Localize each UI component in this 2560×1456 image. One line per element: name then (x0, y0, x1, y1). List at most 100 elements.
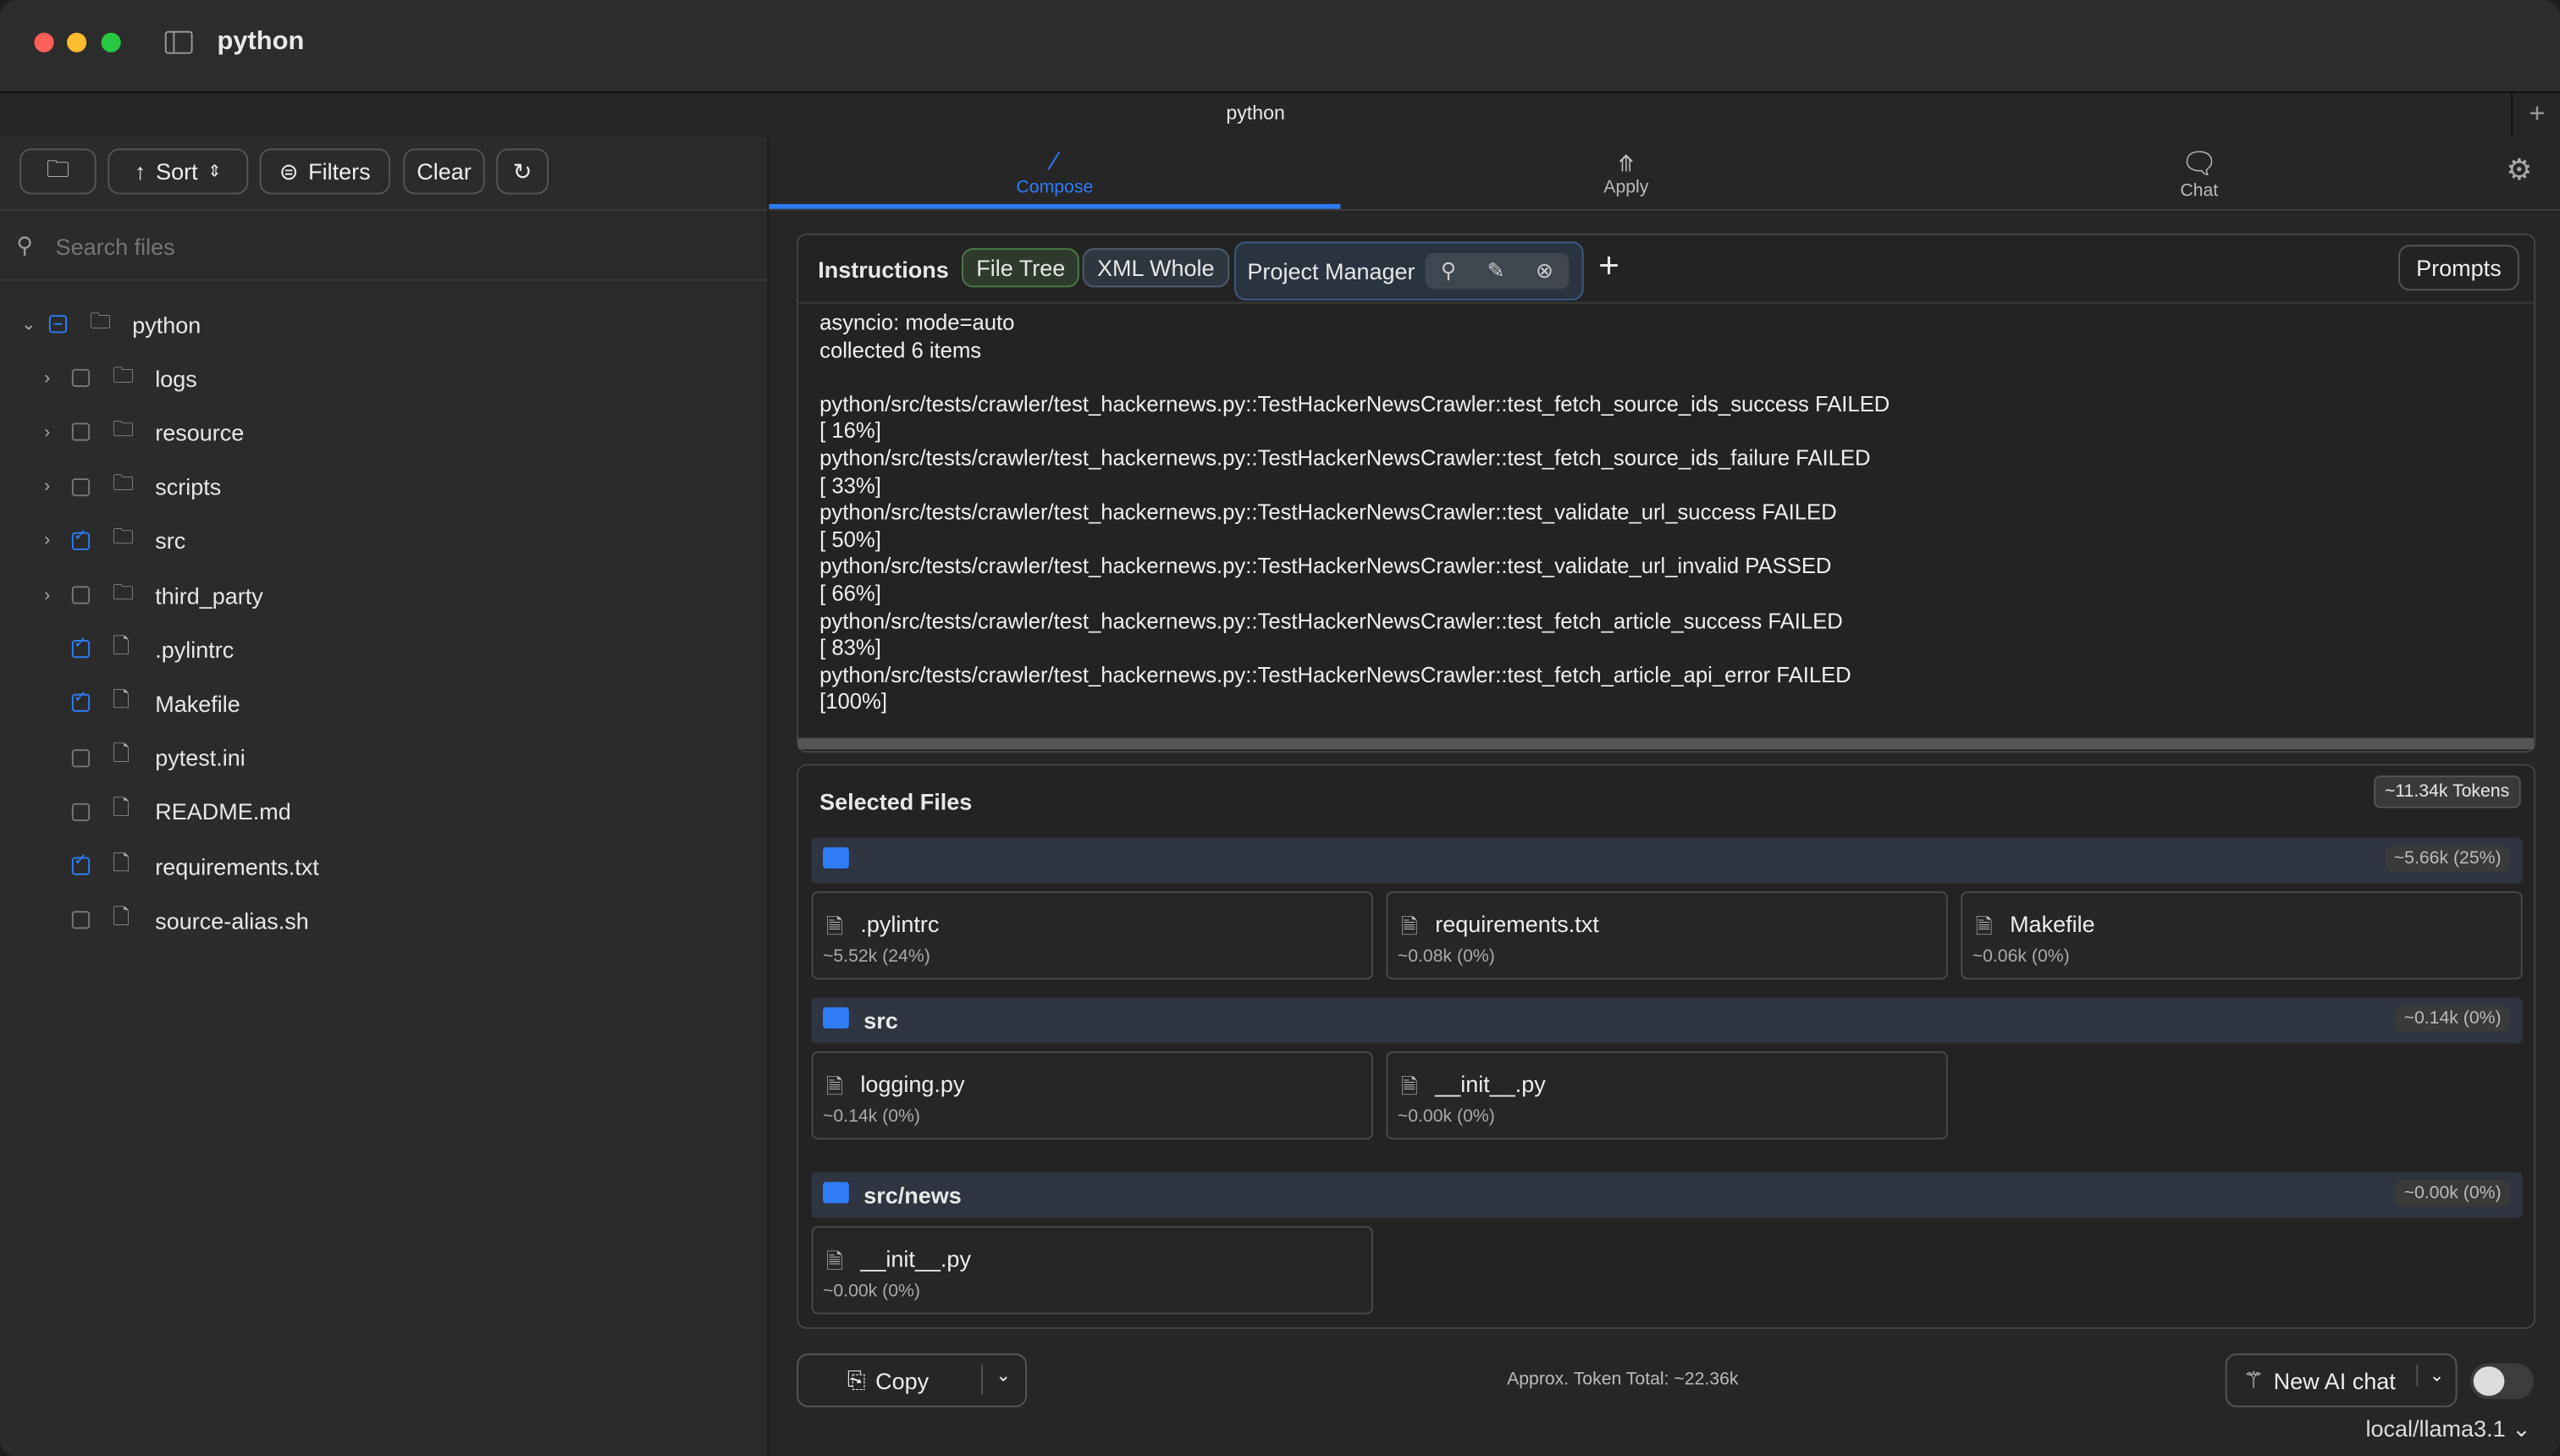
folder-icon: 🗀 (113, 524, 135, 549)
checkbox[interactable] (71, 748, 91, 767)
title-bar: python (0, 0, 2560, 91)
selected-files-title: Selected Files (819, 788, 973, 815)
folder-icon: 🗀 (113, 416, 135, 441)
window-title: python (217, 27, 305, 56)
toggle-switch[interactable] (2469, 1363, 2535, 1399)
new-ai-chat-button[interactable]: ⚚ New AI chat ⌄ (2225, 1353, 2458, 1408)
filters-button[interactable]: ⊜ Filters (259, 148, 390, 195)
tree-item[interactable]: › 🗀 scripts (0, 460, 767, 514)
model-selector[interactable]: local/llama3.1 ⌄ (2365, 1415, 2530, 1443)
checkbox[interactable] (71, 423, 91, 442)
add-prompt-button[interactable]: + (1598, 245, 1619, 287)
chevron-right-icon[interactable]: › (44, 368, 50, 388)
checkbox[interactable] (71, 852, 91, 875)
tree-item[interactable]: 🗋 pytest.ini (0, 731, 767, 785)
search-input[interactable] (52, 228, 745, 265)
output-line: [ 33%] (819, 472, 881, 498)
checkbox[interactable] (71, 527, 91, 550)
zoom-button[interactable] (101, 32, 121, 52)
tree-item[interactable]: 🗋 requirements.txt (0, 839, 767, 893)
copy-options-chevron-icon[interactable]: ⌄ (981, 1365, 1011, 1394)
tab-apply[interactable]: ⤊ Apply (1340, 137, 1912, 209)
checkbox[interactable] (71, 802, 91, 821)
selected-file-card[interactable]: 🗎 __init__.py ~0.00k (0%) (1386, 1051, 1948, 1140)
copy-label: Copy (875, 1367, 930, 1394)
chevron-right-icon[interactable]: › (44, 477, 50, 496)
tree-item[interactable]: › 🗀 logs (0, 351, 767, 405)
checkbox[interactable] (71, 911, 91, 929)
file-tokens: ~0.00k (0%) (822, 1281, 920, 1302)
checkbox[interactable] (71, 369, 91, 388)
tree-item[interactable]: › 🗀 third_party (0, 568, 767, 622)
output-line: [ 83%] (819, 635, 881, 660)
refresh-button[interactable]: ↻ (496, 148, 549, 195)
folder-icon (822, 847, 849, 869)
selected-file-card[interactable]: 🗎 __init__.py ~0.00k (0%) (811, 1226, 1373, 1315)
folder-icon: 🗀 (113, 361, 135, 387)
tree-item-label: .pylintrc (155, 636, 234, 663)
chat-options-chevron-icon[interactable]: ⌄ (2416, 1365, 2444, 1387)
tree-item-label: src (155, 527, 186, 554)
chevron-right-icon[interactable]: › (44, 531, 50, 550)
resize-handle[interactable] (798, 737, 2535, 750)
folder-group-header: src/news ~0.00k (0%) (811, 1172, 2523, 1218)
add-folder-button[interactable]: 🗀 (19, 148, 97, 195)
search-icon: ⚲ (16, 231, 34, 258)
clear-button[interactable]: Clear (403, 148, 485, 195)
output-line: [ 16%] (819, 418, 881, 444)
instructions-textarea[interactable]: asyncio: mode=auto collected 6 items pyth… (819, 310, 1890, 716)
chip-file-tree[interactable]: File Tree (961, 248, 1080, 288)
chevron-right-icon[interactable]: › (44, 585, 50, 604)
selected-file-card[interactable]: 🗎 .pylintrc ~5.52k (24%) (811, 891, 1373, 980)
edit-pencil-icon[interactable]: ✎ (1487, 258, 1505, 284)
folder-group-name: src (863, 1007, 898, 1034)
chevron-down-icon[interactable]: ⌄ (21, 313, 36, 334)
output-line: [ 66%] (819, 581, 881, 606)
file-name: requirements.txt (1435, 911, 1599, 937)
sort-button[interactable]: ↑ Sort ⇕ (108, 148, 249, 195)
prompts-button[interactable]: Prompts (2398, 245, 2519, 291)
copy-button[interactable]: ⎘ Copy ⌄ (797, 1353, 1028, 1408)
search-icon[interactable]: ⚲ (1441, 258, 1456, 284)
selected-file-card[interactable]: 🗎 requirements.txt ~0.08k (0%) (1386, 891, 1948, 980)
minimize-button[interactable] (67, 32, 87, 52)
clipboard-icon: ⎘ (847, 1366, 866, 1393)
file-icon: 🗋 (113, 849, 130, 874)
tree-item[interactable]: 🗋 Makefile (0, 676, 767, 731)
close-button[interactable] (34, 32, 54, 52)
checkbox[interactable] (71, 477, 91, 496)
tree-item-label: third_party (155, 582, 263, 609)
tree-item[interactable]: 🗋 .pylintrc (0, 622, 767, 676)
tree-item[interactable]: 🗋 source-alias.sh (0, 893, 767, 947)
sidebar-toggle-icon[interactable] (164, 30, 193, 54)
tab-compose[interactable]: ⁄ Compose (769, 137, 1340, 209)
tree-item[interactable]: ⌄ 🗀 python (0, 297, 767, 351)
tree-item[interactable]: › 🗀 resource (0, 405, 767, 460)
tree-item-label: pytest.ini (155, 744, 246, 771)
checkbox[interactable] (71, 586, 91, 604)
new-tab-button[interactable]: + (2511, 92, 2560, 137)
tree-item-label: Makefile (155, 690, 240, 717)
selected-file-card[interactable]: 🗎 logging.py ~0.14k (0%) (811, 1051, 1373, 1140)
chip-project-manager[interactable]: Project Manager ⚲ ✎ ⊗ (1233, 241, 1584, 301)
checkbox[interactable] (48, 315, 68, 334)
folder-group-header: ~5.66k (25%) (811, 837, 2523, 884)
folder-token-badge: ~0.00k (0%) (2395, 1180, 2510, 1207)
main-panel: ⁄ Compose ⤊ Apply 🗨 Chat ⚙ Instructions Fil… (769, 136, 2560, 1456)
checkbox[interactable] (71, 690, 91, 713)
selected-files-panel: Selected Files ~11.34k Tokens ~5.66k (25… (797, 764, 2536, 1329)
tab-chat[interactable]: 🗨 Chat (1913, 137, 2485, 209)
tree-item[interactable]: 🗋 README.md (0, 785, 767, 839)
selected-file-card[interactable]: 🗎 Makefile ~0.06k (0%) (1961, 891, 2523, 980)
checkbox[interactable] (71, 636, 91, 659)
tree-item-label: requirements.txt (155, 852, 319, 880)
file-tokens: ~0.08k (0%) (1397, 946, 1495, 967)
chip-xml-whole[interactable]: XML Whole (1082, 248, 1229, 288)
file-icon: 🗎 (1400, 913, 1418, 939)
app-window: python python + 🗀 ↑ Sort ⇕ ⊜ Filters Clear … (0, 0, 2560, 1456)
settings-gear-icon[interactable]: ⚙ (2506, 153, 2532, 187)
tab-python[interactable]: python (0, 102, 2511, 124)
chevron-right-icon[interactable]: › (44, 422, 50, 442)
remove-circle-icon[interactable]: ⊗ (1536, 258, 1553, 284)
tree-item[interactable]: › 🗀 src (0, 514, 767, 568)
